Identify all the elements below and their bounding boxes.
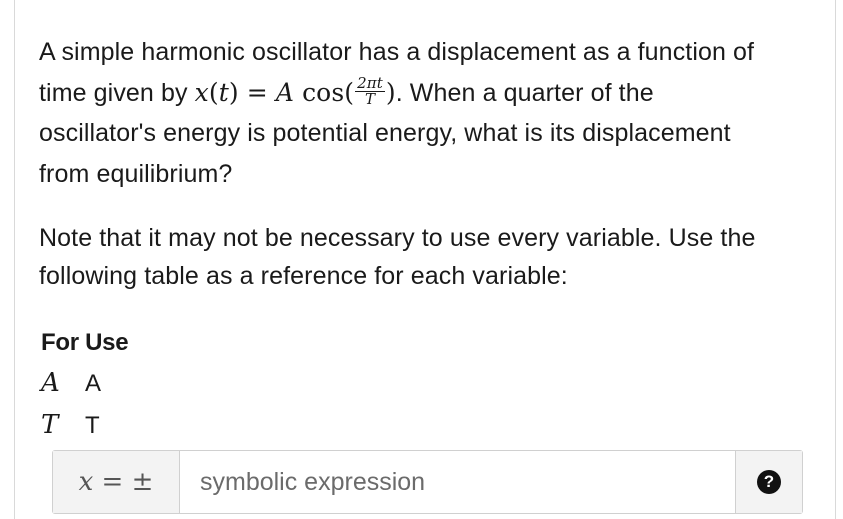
question-line-1: A simple harmonic oscillator has a displ… (39, 38, 755, 66)
answer-prefix: x = ± (53, 451, 180, 513)
symbolic-expression-input[interactable] (180, 451, 735, 513)
answer-field: x = ± ? (52, 450, 803, 514)
help-icon[interactable]: ? (757, 470, 781, 494)
question-line-3: oscillator's energy is potential energy,… (39, 119, 731, 147)
note-line-1: Note that it may not be necessary to use… (39, 224, 756, 252)
formula-amplitude: A (275, 77, 295, 107)
variable-symbol: T (41, 410, 59, 440)
answer-prefix-operator: = ± (93, 467, 154, 497)
question-line-2-suffix: . When a quarter of the (395, 78, 654, 107)
displacement-formula: x(t) = A cos(2πt T) (194, 73, 396, 108)
note-line-2: following table as a reference for each … (39, 262, 568, 290)
question-line-4: from equilibrium? (39, 159, 233, 188)
question-text: A simple harmonic oscillator has a displ… (39, 32, 809, 194)
formula-lhs-arg: t (218, 77, 229, 107)
variable-table-row: AA (41, 368, 101, 398)
variable-table-row: TT (41, 410, 100, 440)
variable-use: A (85, 370, 102, 397)
question-line-2-prefix: time given by (39, 78, 188, 107)
formula-equals: = (246, 77, 268, 107)
variable-symbol: A (41, 368, 60, 398)
variable-table-header: For Use (41, 329, 129, 356)
formula-function: cos (302, 77, 345, 107)
formula-lhs-var: x (194, 77, 209, 107)
question-line-2: time given by x(t) = A cos(2πt T). When a… (39, 73, 809, 114)
answer-prefix-variable: x (78, 467, 94, 497)
variable-use: T (85, 412, 100, 439)
note-text: Note that it may not be necessary to use… (39, 219, 809, 295)
formula-fraction: 2πt T (355, 75, 385, 108)
formula-fraction-denominator: T (364, 89, 376, 108)
help-button-container: ? (735, 451, 802, 513)
